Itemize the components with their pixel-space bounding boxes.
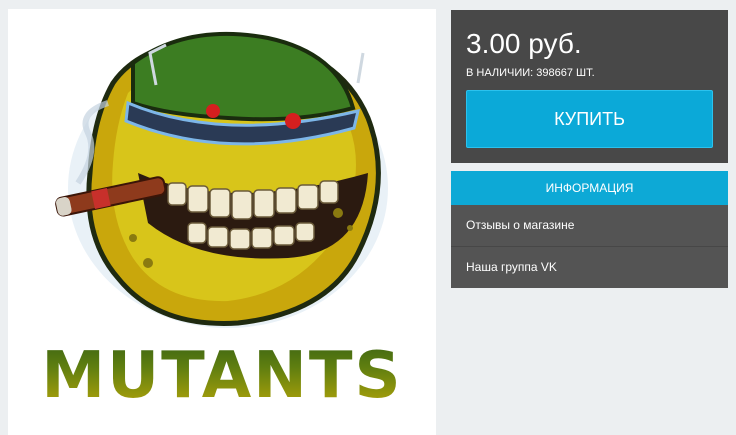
stock-count: В НАЛИЧИИ: 398667 ШТ. [466,67,595,79]
price: 3.00 руб. [466,28,582,59]
brand-wordmark: MUTANTS [8,331,436,421]
buy-button[interactable]: КУПИТЬ [466,90,713,148]
info-header: ИНФОРМАЦИЯ [451,171,728,205]
info-link-vk-group[interactable]: Наша группа VK [451,246,728,287]
purchase-panel: 3.00 руб. В НАЛИЧИИ: 398667 ШТ. КУПИТЬ [451,10,728,163]
mutant-mascot-logo [55,31,388,328]
info-link-shop-reviews[interactable]: Отзывы о магазине [451,205,728,246]
info-panel: ИНФОРМАЦИЯ Отзывы о магазине Наша группа… [451,171,728,288]
product-image: MUTANTS [8,9,436,435]
